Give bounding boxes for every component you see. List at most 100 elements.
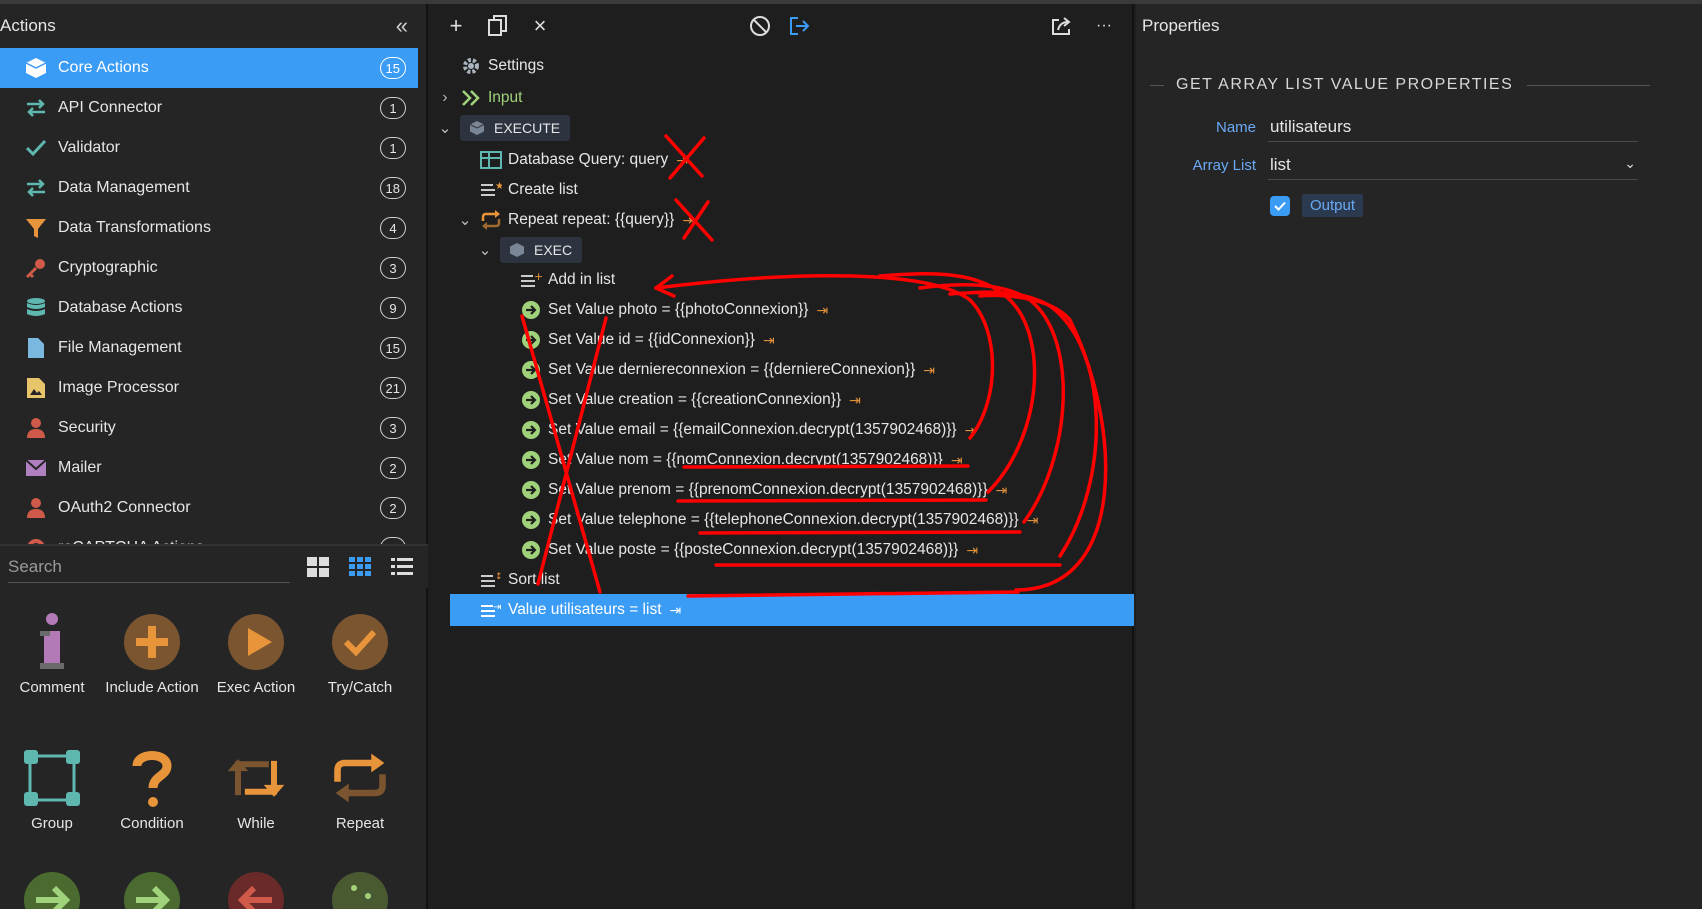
- category-count-badge: 3: [380, 417, 406, 439]
- while-icon: [226, 748, 286, 808]
- output-checkbox[interactable]: [1270, 195, 1290, 216]
- tree-label: Set Value nom = {{nomConnexion.decrypt(1…: [548, 451, 943, 468]
- category-label: Database Actions: [58, 299, 183, 316]
- copy-step-button[interactable]: [484, 12, 512, 40]
- remove-step-button[interactable]: ×: [526, 12, 554, 40]
- copy-icon: [488, 15, 507, 36]
- tile-comment[interactable]: Comment: [0, 612, 104, 698]
- name-input[interactable]: utilisateurs: [1268, 112, 1638, 142]
- array-list-select[interactable]: list ⌄: [1268, 150, 1638, 180]
- tile-random[interactable]: [308, 870, 412, 909]
- chevron-down-icon[interactable]: ⌄: [476, 241, 494, 259]
- category-validator[interactable]: Validator 1: [0, 128, 418, 168]
- collapse-icon[interactable]: «: [396, 13, 408, 39]
- more-button[interactable]: ···: [1090, 12, 1118, 40]
- tile-try-catch[interactable]: Try/Catch: [308, 612, 412, 698]
- arrow-right-circle-icon: [520, 389, 542, 411]
- tree-set-value[interactable]: Set Value id = {{idConnexion}} ⇥: [520, 324, 775, 356]
- tree-label: EXEC: [534, 242, 573, 258]
- tree-add-in-list[interactable]: + Add in list: [520, 264, 615, 296]
- tree-input[interactable]: › Input: [436, 82, 522, 114]
- tile-group[interactable]: Group: [0, 748, 104, 834]
- tree-set-value[interactable]: Set Value prenom = {{prenomConnexion.dec…: [520, 474, 1007, 506]
- large-grid-view-icon[interactable]: [304, 553, 332, 581]
- tree-sort-list[interactable]: ↕ Sort list: [480, 564, 560, 596]
- repeat-icon: [480, 209, 502, 231]
- tree-execute[interactable]: ⌄ EXECUTE: [436, 112, 571, 144]
- tree-set-value[interactable]: Set Value email = {{emailConnexion.decry…: [520, 414, 976, 446]
- output-flag-icon: ⇥: [964, 421, 977, 438]
- category-core-actions[interactable]: Core Actions 15: [0, 48, 418, 88]
- tree-db-query[interactable]: Database Query: query ⇥: [480, 144, 688, 176]
- tile-condition[interactable]: Condition: [100, 748, 204, 834]
- tree-set-value[interactable]: Set Value photo = {{photoConnexion}} ⇥: [520, 294, 828, 326]
- tree-settings[interactable]: Settings: [460, 50, 544, 82]
- tree-label: Set Value creation = {{creationConnexion…: [548, 391, 842, 408]
- tree-set-value[interactable]: Set Value derniereconnexion = {{derniere…: [520, 354, 935, 386]
- output-icon: [790, 17, 810, 35]
- tree-set-value[interactable]: Set Value telephone = {{telephoneConnexi…: [520, 504, 1038, 536]
- tree-set-value[interactable]: Set Value creation = {{creationConnexion…: [520, 384, 861, 416]
- tree-value-utilisateurs[interactable]: ⇥ Value utilisateurs = list ⇥: [450, 594, 1134, 626]
- tree-repeat[interactable]: ⌄ Repeat repeat: {{query}} ⇥: [456, 204, 694, 236]
- check-icon: [1274, 201, 1286, 211]
- category-data-management[interactable]: Data Management 18: [0, 168, 418, 208]
- disable-step-button[interactable]: [746, 12, 774, 40]
- tree-label: Set Value derniereconnexion = {{derniere…: [548, 361, 916, 378]
- gear-icon: [460, 55, 482, 77]
- category-label: Validator: [58, 139, 120, 156]
- category-cryptographic[interactable]: Cryptographic 3: [0, 248, 418, 288]
- category-label: Mailer: [58, 459, 102, 476]
- tile-include-action[interactable]: Include Action: [100, 612, 204, 698]
- more-icon: ···: [1096, 17, 1112, 34]
- output-flag-icon: ⇥: [849, 391, 861, 408]
- category-mailer[interactable]: Mailer 2: [0, 448, 418, 488]
- list-view-icon[interactable]: [388, 553, 416, 581]
- chevron-down-icon[interactable]: ⌄: [456, 211, 474, 229]
- tile-break[interactable]: [204, 870, 308, 909]
- tile-label: While: [237, 815, 275, 832]
- category-count-badge: 21: [379, 377, 406, 399]
- category-image-processor[interactable]: Image Processor 21: [0, 368, 418, 408]
- tree-exec[interactable]: ⌄ EXEC: [476, 234, 583, 266]
- output-toggle-button[interactable]: [786, 12, 814, 40]
- category-label: File Management: [58, 339, 182, 356]
- chevron-down-icon[interactable]: ⌄: [436, 119, 454, 137]
- category-security[interactable]: Security 3: [0, 408, 418, 448]
- tree-label: Input: [488, 89, 523, 106]
- category-count-badge: 15: [379, 57, 406, 79]
- tree-label: Set Value poste = {{posteConnexion.decry…: [548, 541, 959, 558]
- tile-continue[interactable]: [100, 870, 204, 909]
- tree-set-value[interactable]: Set Value poste = {{posteConnexion.decry…: [520, 534, 978, 566]
- tile-repeat[interactable]: Repeat: [308, 748, 412, 834]
- section-title: GET ARRAY LIST VALUE PROPERTIES: [1150, 76, 1650, 94]
- tree-label: Set Value photo = {{photoConnexion}}: [548, 301, 809, 318]
- add-step-button[interactable]: +: [442, 12, 470, 40]
- tile-exec-action[interactable]: Exec Action: [204, 612, 308, 698]
- category-api-connector[interactable]: API Connector 1: [0, 88, 418, 128]
- category-recaptcha-actions[interactable]: reCAPTCHA Actions1: [0, 528, 418, 544]
- arrow-right-circle-icon: [520, 449, 542, 471]
- category-oauth2-connector[interactable]: OAuth2 Connector 2: [0, 488, 418, 528]
- info-icon: [22, 612, 82, 672]
- user-icon: [24, 416, 48, 440]
- category-label: Core Actions: [58, 59, 149, 76]
- actions-panel: Actions « Core Actions 15 API Connector 1 Va…: [0, 4, 428, 909]
- plus-circle-icon: [122, 612, 182, 672]
- category-data-transformations[interactable]: Data Transformations 4: [0, 208, 418, 248]
- output-flag-icon: ⇥: [1026, 511, 1039, 528]
- tree-set-value[interactable]: Set Value nom = {{nomConnexion.decrypt(1…: [520, 444, 963, 476]
- small-grid-view-icon[interactable]: [346, 553, 374, 581]
- cube-icon: [466, 117, 488, 139]
- tile-next[interactable]: [0, 870, 104, 909]
- category-file-management[interactable]: File Management 15: [0, 328, 418, 368]
- category-count-badge: 15: [379, 337, 406, 359]
- export-button[interactable]: [1048, 12, 1076, 40]
- search-input[interactable]: [8, 551, 290, 583]
- properties-panel: Properties GET ARRAY LIST VALUE PROPERTI…: [1136, 4, 1702, 909]
- tile-while[interactable]: While: [204, 748, 308, 834]
- tree-create-list[interactable]: ★ Create list: [480, 174, 578, 206]
- list-add-icon: +: [520, 269, 542, 291]
- category-database-actions[interactable]: Database Actions 9: [0, 288, 418, 328]
- chevron-right-icon[interactable]: ›: [436, 89, 454, 107]
